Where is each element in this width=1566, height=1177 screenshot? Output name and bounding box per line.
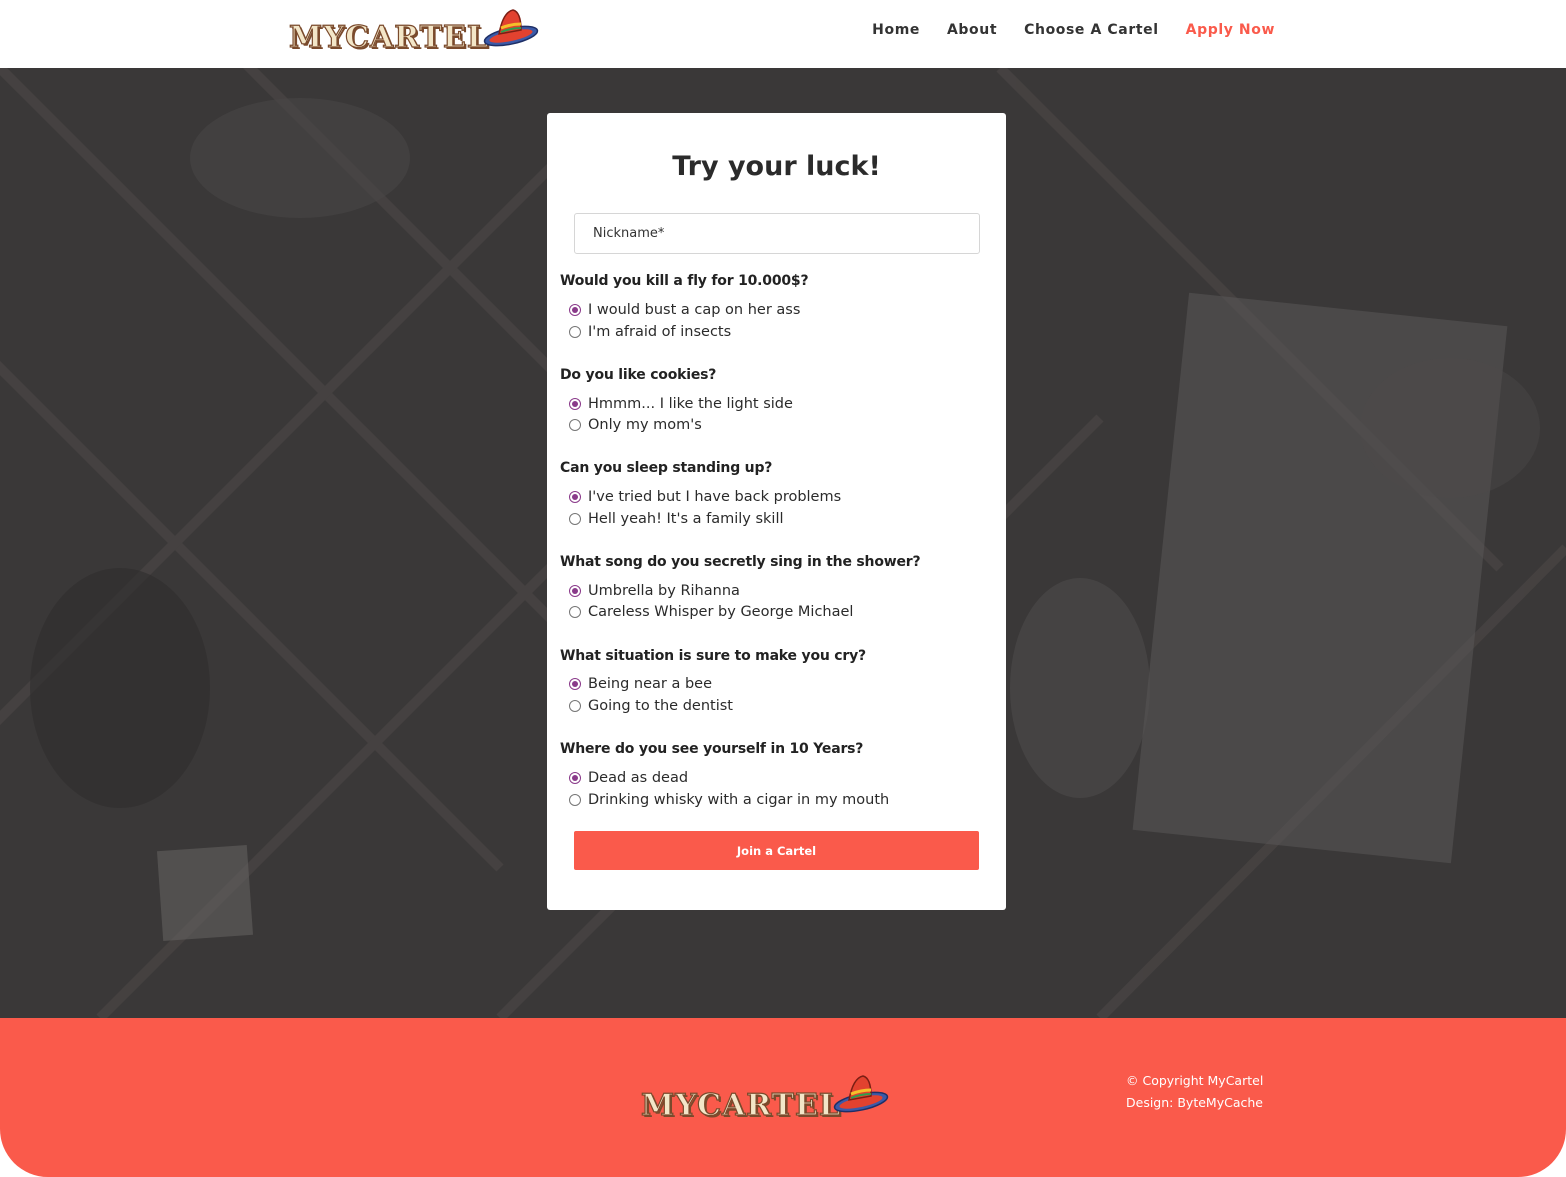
q1-option-2[interactable]: I'm afraid of insects: [569, 324, 731, 340]
option-label: Hell yeah! It's a family skill: [588, 511, 784, 527]
question-label: What song do you secretly sing in the sh…: [560, 554, 921, 570]
application-form-card: Try your luck! Would you kill a fly for …: [547, 113, 1006, 910]
nav-home[interactable]: Home: [872, 22, 920, 38]
radio-button-checked[interactable]: [569, 398, 581, 410]
site-footer: MYCARTEL © Copyright MyCartel Design: By…: [0, 1018, 1566, 1177]
radio-button-checked[interactable]: [569, 304, 581, 316]
q2-option-2[interactable]: Only my mom's: [569, 417, 702, 433]
question-label: Do you like cookies?: [560, 367, 717, 383]
footer-logo[interactable]: MYCARTEL: [640, 1070, 891, 1124]
question-3: Can you sleep standing up?: [560, 460, 990, 476]
option-label: Careless Whisper by George Michael: [588, 604, 854, 620]
option-label: I would bust a cap on her ass: [588, 302, 801, 318]
nav-about[interactable]: About: [947, 22, 997, 38]
logo-text: MYCARTEL: [640, 1087, 841, 1123]
logo-text: MYCARTEL: [288, 19, 489, 55]
radio-button[interactable]: [569, 700, 581, 712]
option-label: Only my mom's: [588, 417, 702, 433]
option-label: I've tried but I have back problems: [588, 489, 842, 505]
sombrero-icon: [833, 1075, 889, 1113]
radio-button-checked[interactable]: [569, 585, 581, 597]
q6-option-1[interactable]: Dead as dead: [569, 770, 688, 786]
question-5: What situation is sure to make you cry?: [560, 648, 990, 664]
option-label: Hmmm... I like the light side: [588, 396, 793, 412]
q5-option-2[interactable]: Going to the dentist: [569, 698, 733, 714]
question-label: Would you kill a fly for 10.000$?: [560, 273, 809, 289]
question-1: Would you kill a fly for 10.000$?: [560, 273, 990, 289]
q1-option-1[interactable]: I would bust a cap on her ass: [569, 302, 800, 318]
radio-button-checked[interactable]: [569, 678, 581, 690]
copyright-text: © Copyright MyCartel: [1126, 1073, 1264, 1088]
option-label: Going to the dentist: [588, 698, 733, 714]
question-label: Can you sleep standing up?: [560, 460, 773, 476]
question-6: Where do you see yourself in 10 Years?: [560, 741, 990, 757]
join-a-cartel-button[interactable]: Join a Cartel: [574, 831, 979, 870]
radio-button[interactable]: [569, 326, 581, 338]
question-2: Do you like cookies?: [560, 367, 990, 383]
nav-choose-a-cartel[interactable]: Choose A Cartel: [1024, 22, 1159, 38]
q5-option-1[interactable]: Being near a bee: [569, 676, 712, 692]
q3-option-2[interactable]: Hell yeah! It's a family skill: [569, 511, 784, 527]
radio-button-checked[interactable]: [569, 772, 581, 784]
q2-option-1[interactable]: Hmmm... I like the light side: [569, 396, 793, 412]
option-label: Umbrella by Rihanna: [588, 583, 740, 599]
form-title: Try your luck!: [672, 151, 881, 182]
q4-option-1[interactable]: Umbrella by Rihanna: [569, 583, 740, 599]
option-label: Being near a bee: [588, 676, 713, 692]
option-label: Dead as dead: [588, 770, 689, 786]
sombrero-icon: [483, 9, 539, 47]
question-label: What situation is sure to make you cry?: [560, 648, 866, 664]
question-4: What song do you secretly sing in the sh…: [560, 554, 990, 570]
radio-button[interactable]: [569, 419, 581, 431]
nav-apply-now[interactable]: Apply Now: [1186, 22, 1275, 38]
radio-button[interactable]: [569, 794, 581, 806]
radio-button-checked[interactable]: [569, 491, 581, 503]
question-label: Where do you see yourself in 10 Years?: [560, 741, 864, 757]
q3-option-1[interactable]: I've tried but I have back problems: [569, 489, 841, 505]
design-credit-text: Design: ByteMyCache: [1126, 1095, 1263, 1110]
option-label: Drinking whisky with a cigar in my mouth: [588, 792, 890, 808]
site-logo[interactable]: MYCARTEL: [288, 6, 539, 58]
radio-button[interactable]: [569, 513, 581, 525]
footer-credits: © Copyright MyCartel Design: ByteMyCache: [1126, 1070, 1263, 1114]
main-nav: Home About Choose A Cartel Apply Now: [872, 22, 1275, 38]
q4-option-2[interactable]: Careless Whisper by George Michael: [569, 604, 853, 620]
radio-button[interactable]: [569, 606, 581, 618]
site-header: MYCARTEL Home About Choose A Cartel Appl…: [0, 0, 1566, 68]
option-label: I'm afraid of insects: [588, 324, 732, 340]
nickname-input[interactable]: [574, 213, 980, 254]
q6-option-2[interactable]: Drinking whisky with a cigar in my mouth: [569, 792, 889, 808]
